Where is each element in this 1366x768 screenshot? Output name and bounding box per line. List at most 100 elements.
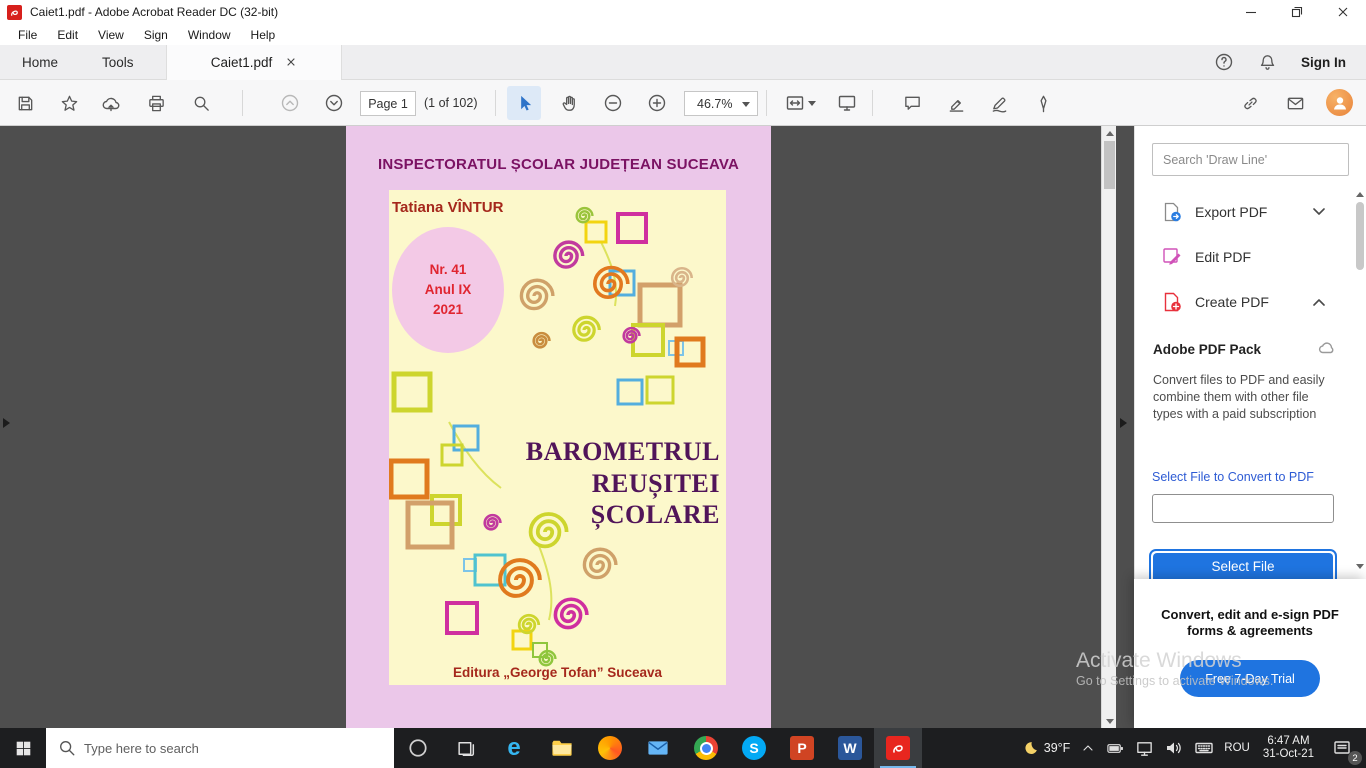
help-icon[interactable] [1214, 52, 1234, 72]
previous-page-button[interactable] [273, 86, 307, 120]
draw-sign-button[interactable] [982, 86, 1016, 120]
taskbar-clock[interactable]: 6:47 AM 31-Oct-21 [1255, 735, 1322, 762]
avatar-icon[interactable] [1326, 89, 1353, 116]
restore-button[interactable] [1274, 0, 1320, 24]
comment-button[interactable] [895, 86, 929, 120]
fit-width-button[interactable] [778, 86, 822, 120]
cortana-icon [409, 739, 427, 757]
find-icon [194, 96, 209, 111]
taskbar-search[interactable] [46, 728, 394, 768]
network-indicator[interactable] [1130, 728, 1159, 768]
internet-explorer-button[interactable]: e [490, 728, 538, 768]
file-explorer-button[interactable] [538, 728, 586, 768]
tray-overflow-button[interactable] [1075, 728, 1101, 768]
chrome-button[interactable] [682, 728, 730, 768]
cover-header: INSPECTORATUL ȘCOLAR JUDEȚEAN SUCEAVA [377, 156, 740, 173]
acrobat-button[interactable] [874, 728, 922, 768]
nav-pane-toggle[interactable] [3, 418, 10, 428]
mail-button[interactable] [634, 728, 682, 768]
sidebar-item-edit-pdf[interactable]: Edit PDF [1135, 235, 1353, 279]
minimize-button[interactable] [1228, 0, 1274, 24]
convert-to-pdf-link[interactable]: Select File to Convert to PDF [1152, 470, 1314, 484]
bell-icon[interactable] [1258, 53, 1277, 72]
document-scrollbar[interactable] [1101, 126, 1116, 728]
task-view-button[interactable] [442, 728, 490, 768]
cover-publisher: Editura „George Tofan” Suceava [452, 665, 663, 680]
firefox-button[interactable] [586, 728, 634, 768]
email-button[interactable] [1278, 86, 1312, 120]
zoom-out-button[interactable] [596, 86, 630, 120]
word-button[interactable]: W [826, 728, 874, 768]
scroll-down-button[interactable] [1102, 714, 1117, 728]
toolbar-separator [766, 90, 767, 116]
word-icon: W [838, 736, 862, 760]
share-link-button[interactable] [1233, 86, 1267, 120]
create-pdf-icon [1164, 292, 1181, 312]
taskbar-search-input[interactable] [46, 728, 394, 768]
badge-year: 2021 [432, 302, 464, 317]
cortana-button[interactable] [394, 728, 442, 768]
tools-search-input[interactable] [1152, 143, 1349, 176]
tab-tools[interactable]: Tools [80, 45, 156, 80]
weather-widget[interactable]: 39°F [1017, 728, 1076, 768]
language-indicator[interactable]: ROU [1219, 728, 1255, 768]
action-center-button[interactable]: 2 [1322, 728, 1362, 768]
tab-document[interactable]: Caiet1.pdf [165, 44, 342, 80]
promo-panel: Convert, edit and e-sign PDF forms & agr… [1134, 579, 1366, 728]
highlight-button[interactable] [939, 86, 973, 120]
page-number-input[interactable]: Page 1 [360, 91, 416, 116]
free-trial-button[interactable]: Free 7-Day Trial [1180, 660, 1320, 697]
convert-file-input[interactable] [1152, 494, 1334, 523]
zoom-level-dropdown[interactable]: 46.7% [684, 91, 758, 116]
menu-view[interactable]: View [88, 28, 134, 42]
sidebar-scrollbar-thumb[interactable] [1356, 202, 1364, 270]
cloud-upload-button[interactable] [94, 86, 128, 120]
sign-in-button[interactable]: Sign In [1301, 55, 1346, 70]
scrollbar-thumb[interactable] [1104, 141, 1115, 189]
tab-close-icon[interactable] [286, 57, 296, 67]
sidebar-item-export-pdf[interactable]: Export PDF [1135, 190, 1353, 234]
start-button[interactable] [0, 728, 46, 768]
firefox-icon [598, 736, 622, 760]
sidebar-scroll-down[interactable] [1353, 560, 1366, 572]
scroll-up-button[interactable] [1102, 126, 1117, 140]
display-mode-icon [838, 95, 856, 111]
toolbar-separator [242, 90, 243, 116]
star-icon [61, 95, 77, 111]
sidebar-item-create-pdf[interactable]: Create PDF [1135, 280, 1353, 324]
next-page-button[interactable] [317, 86, 351, 120]
tab-home[interactable]: Home [0, 45, 80, 80]
display-mode-button[interactable] [830, 86, 864, 120]
zoom-in-button[interactable] [640, 86, 674, 120]
powerpoint-button[interactable]: P [778, 728, 826, 768]
find-button[interactable] [184, 86, 218, 120]
touch-keyboard-button[interactable] [1189, 728, 1219, 768]
skype-button[interactable]: S [730, 728, 778, 768]
cloud-upload-icon [102, 97, 120, 112]
fit-width-icon [786, 96, 803, 110]
menu-help[interactable]: Help [241, 28, 286, 42]
favorite-button[interactable] [52, 86, 86, 120]
print-button[interactable] [139, 86, 173, 120]
chevron-down-icon[interactable] [1313, 208, 1325, 216]
menu-edit[interactable]: Edit [47, 28, 88, 42]
chevron-down-icon [807, 100, 816, 106]
chevron-up-icon[interactable] [1313, 298, 1325, 306]
battery-indicator[interactable] [1101, 728, 1130, 768]
menu-sign[interactable]: Sign [134, 28, 178, 42]
fill-sign-button[interactable] [1026, 86, 1060, 120]
select-tool-icon [520, 95, 531, 111]
menu-window[interactable]: Window [178, 28, 241, 42]
sidebar-scrollbar[interactable] [1353, 188, 1366, 572]
volume-indicator[interactable] [1159, 728, 1189, 768]
windows-start-icon [16, 741, 30, 755]
select-tool-button[interactable] [507, 86, 541, 120]
menu-file[interactable]: File [8, 28, 47, 42]
close-button[interactable] [1320, 0, 1366, 24]
badge-year-label: Anul IX [424, 282, 472, 297]
system-tray: 39°F ROU 6:47 AM 31-Oct-21 2 [1017, 728, 1366, 768]
save-button[interactable] [8, 86, 42, 120]
sidebar-scroll-up[interactable] [1353, 188, 1366, 200]
hand-tool-button[interactable] [552, 86, 586, 120]
tools-pane-toggle[interactable] [1120, 418, 1127, 428]
